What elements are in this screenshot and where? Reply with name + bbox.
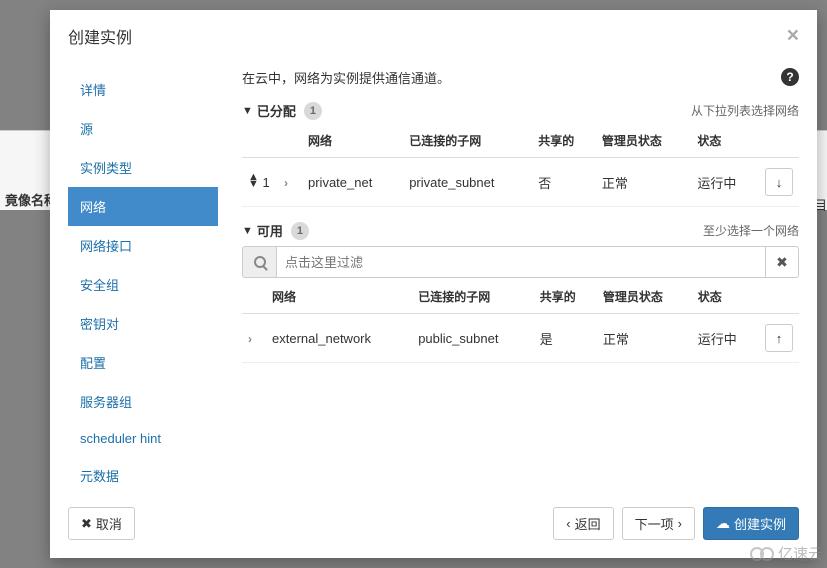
sidebar-item-network-port[interactable]: 网络接口	[68, 226, 218, 265]
help-icon[interactable]: ?	[781, 68, 799, 86]
col-subnet: 已连接的子网	[403, 122, 532, 158]
cell-network: external_network	[266, 314, 412, 363]
create-instance-button[interactable]: ☁ 创建实例	[703, 507, 799, 540]
network-panel: 在云中，网络为实例提供通信通道。 ? ▼ 已分配 1 从下拉列表选择网络 网络	[242, 62, 799, 482]
filter-bar: ✖	[242, 246, 799, 278]
cell-status: 运行中	[691, 158, 759, 207]
chevron-down-icon: ▼	[242, 225, 253, 237]
cell-status: 运行中	[692, 314, 759, 363]
chevron-down-icon: ▼	[242, 105, 253, 117]
order-value: 1	[263, 175, 270, 190]
allocated-toggle[interactable]: ▼ 已分配 1	[242, 101, 322, 120]
cell-shared: 否	[532, 158, 596, 207]
sidebar-item-network[interactable]: 网络	[68, 187, 218, 226]
allocated-table: 网络 已连接的子网 共享的 管理员状态 状态 ▲▼ 1 › private_ne…	[242, 122, 799, 207]
sidebar-item-scheduler[interactable]: scheduler hint	[68, 421, 218, 456]
back-button[interactable]: ‹ 返回	[553, 507, 613, 540]
search-icon	[242, 246, 276, 278]
available-count-badge: 1	[291, 222, 309, 240]
watermark: 亿速云	[750, 543, 823, 564]
cell-admin: 正常	[596, 158, 691, 207]
available-hint: 至少选择一个网络	[703, 222, 799, 239]
submit-label: 创建实例	[734, 514, 786, 533]
modal-header: 创建实例 ×	[50, 10, 817, 62]
filter-input[interactable]	[276, 246, 765, 278]
create-instance-modal: 创建实例 × 详情 源 实例类型 网络 网络接口 安全组 密钥对 配置 服务器组…	[50, 10, 817, 558]
next-label: 下一项	[635, 514, 674, 533]
col-network: 网络	[302, 122, 403, 158]
available-row: › external_network public_subnet 是 正常 运行…	[242, 314, 799, 363]
remove-network-button[interactable]: ↓	[765, 168, 793, 196]
back-label: 返回	[575, 514, 601, 533]
col-subnet: 已连接的子网	[412, 278, 533, 314]
cell-network: private_net	[302, 158, 403, 207]
watermark-text: 亿速云	[778, 543, 823, 564]
clear-filter-icon[interactable]: ✖	[765, 246, 799, 278]
col-network: 网络	[266, 278, 412, 314]
col-shared: 共享的	[532, 122, 596, 158]
sidebar-item-flavor[interactable]: 实例类型	[68, 148, 218, 187]
allocated-count-badge: 1	[304, 102, 322, 120]
cloud-upload-icon: ☁	[716, 515, 730, 532]
watermark-icon	[750, 547, 774, 561]
sidebar-item-server-group[interactable]: 服务器组	[68, 382, 218, 421]
expand-row-icon[interactable]: ›	[248, 332, 252, 346]
allocated-title: 已分配	[257, 101, 296, 120]
allocated-row: ▲▼ 1 › private_net private_subnet 否 正常 运…	[242, 158, 799, 207]
add-network-button[interactable]: ↑	[765, 324, 793, 352]
available-header-row: 网络 已连接的子网 共享的 管理员状态 状态	[242, 278, 799, 314]
chevron-right-icon: ›	[678, 516, 682, 531]
sidebar-item-source[interactable]: 源	[68, 109, 218, 148]
allocated-hint: 从下拉列表选择网络	[691, 102, 799, 119]
sidebar-item-details[interactable]: 详情	[68, 70, 218, 109]
order-cell[interactable]: ▲▼ 1	[242, 158, 278, 207]
panel-description: 在云中，网络为实例提供通信通道。	[242, 68, 450, 87]
col-status: 状态	[692, 278, 759, 314]
cell-subnet: public_subnet	[412, 314, 533, 363]
cancel-button[interactable]: ✖ 取消	[68, 507, 135, 540]
sort-arrows-icon: ▲▼	[248, 174, 259, 188]
cell-subnet: private_subnet	[403, 158, 532, 207]
expand-row-icon[interactable]: ›	[284, 176, 288, 190]
allocated-header-row: 网络 已连接的子网 共享的 管理员状态 状态	[242, 122, 799, 158]
modal-body: 详情 源 实例类型 网络 网络接口 安全组 密钥对 配置 服务器组 schedu…	[50, 62, 817, 494]
allocated-section-head: ▼ 已分配 1 从下拉列表选择网络	[242, 101, 799, 120]
modal-title: 创建实例	[68, 24, 132, 48]
available-title: 可用	[257, 221, 283, 240]
cell-shared: 是	[534, 314, 597, 363]
available-section-head: ▼ 可用 1 至少选择一个网络	[242, 221, 799, 240]
sidebar-item-security-group[interactable]: 安全组	[68, 265, 218, 304]
close-icon: ✖	[81, 516, 92, 532]
sidebar-item-keypair[interactable]: 密钥对	[68, 304, 218, 343]
col-admin: 管理员状态	[597, 278, 692, 314]
modal-footer: ✖ 取消 ‹ 返回 下一项 › ☁ 创建实例	[50, 494, 817, 558]
col-status: 状态	[691, 122, 759, 158]
cancel-label: 取消	[96, 514, 122, 533]
next-button[interactable]: 下一项 ›	[622, 507, 695, 540]
sidebar-item-metadata[interactable]: 元数据	[68, 456, 218, 494]
close-icon[interactable]: ×	[787, 24, 799, 48]
available-table: 网络 已连接的子网 共享的 管理员状态 状态 › external_networ…	[242, 278, 799, 363]
cell-admin: 正常	[597, 314, 692, 363]
wizard-sidebar: 详情 源 实例类型 网络 网络接口 安全组 密钥对 配置 服务器组 schedu…	[68, 62, 218, 482]
col-admin: 管理员状态	[596, 122, 691, 158]
sidebar-item-config[interactable]: 配置	[68, 343, 218, 382]
available-toggle[interactable]: ▼ 可用 1	[242, 221, 309, 240]
chevron-left-icon: ‹	[566, 516, 570, 531]
col-shared: 共享的	[534, 278, 597, 314]
